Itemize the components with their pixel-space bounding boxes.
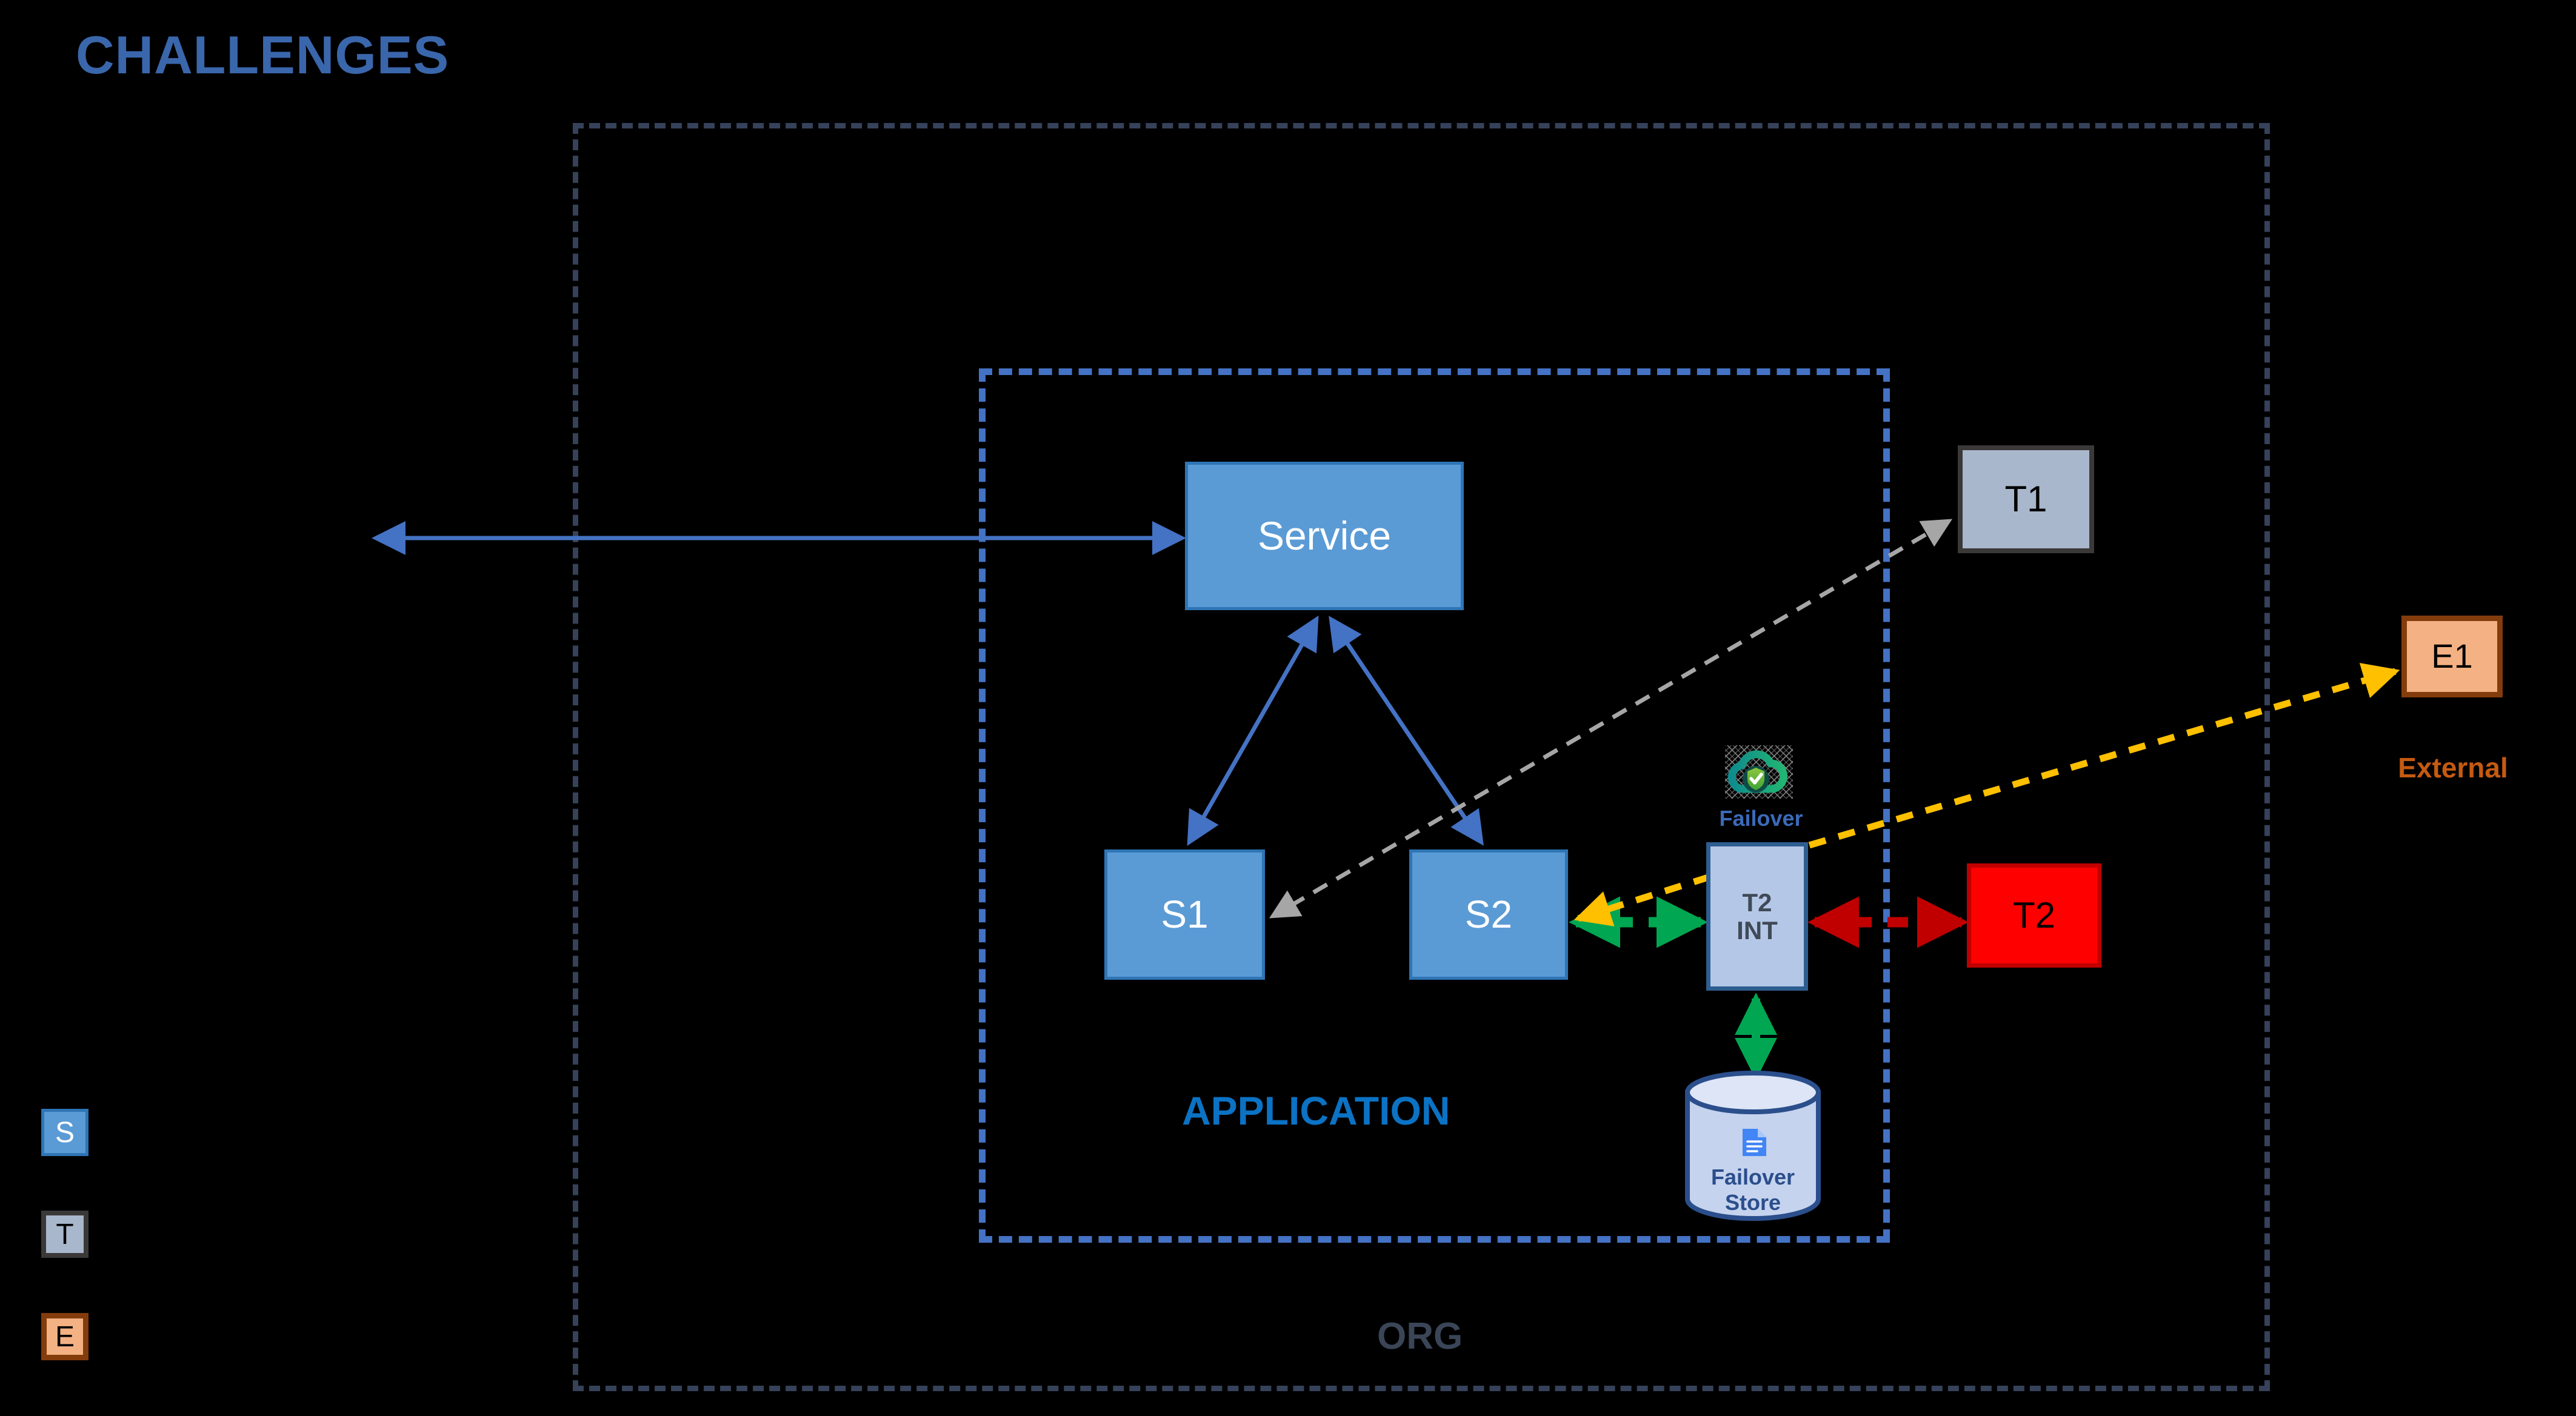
diagram-canvas: CHALLENGES ORG APPLICATION Service S1 S2… — [0, 0, 2576, 1416]
legend-item-tool: T — [41, 1211, 88, 1258]
connector-layer — [372, 519, 2400, 1080]
node-t2[interactable]: T2 — [1967, 863, 2101, 968]
node-t1[interactable]: T1 — [1958, 445, 2094, 553]
cloud-shield-check-icon — [1720, 744, 1802, 811]
failover-label: Failover — [1719, 806, 1803, 831]
connector-service-s1 — [1187, 615, 1319, 846]
node-e1[interactable]: E1 — [2401, 616, 2503, 697]
legend-item-service: S — [41, 1109, 88, 1156]
node-service[interactable]: Service — [1185, 462, 1464, 610]
node-t2-int[interactable]: T2 INT — [1706, 842, 1808, 991]
external-label: External — [2398, 752, 2508, 783]
legend-item-external: E — [41, 1313, 88, 1360]
node-s2[interactable]: S2 — [1409, 849, 1568, 980]
node-s1[interactable]: S1 — [1104, 849, 1265, 980]
failover-store-label: Failover Store — [1710, 1165, 1795, 1215]
